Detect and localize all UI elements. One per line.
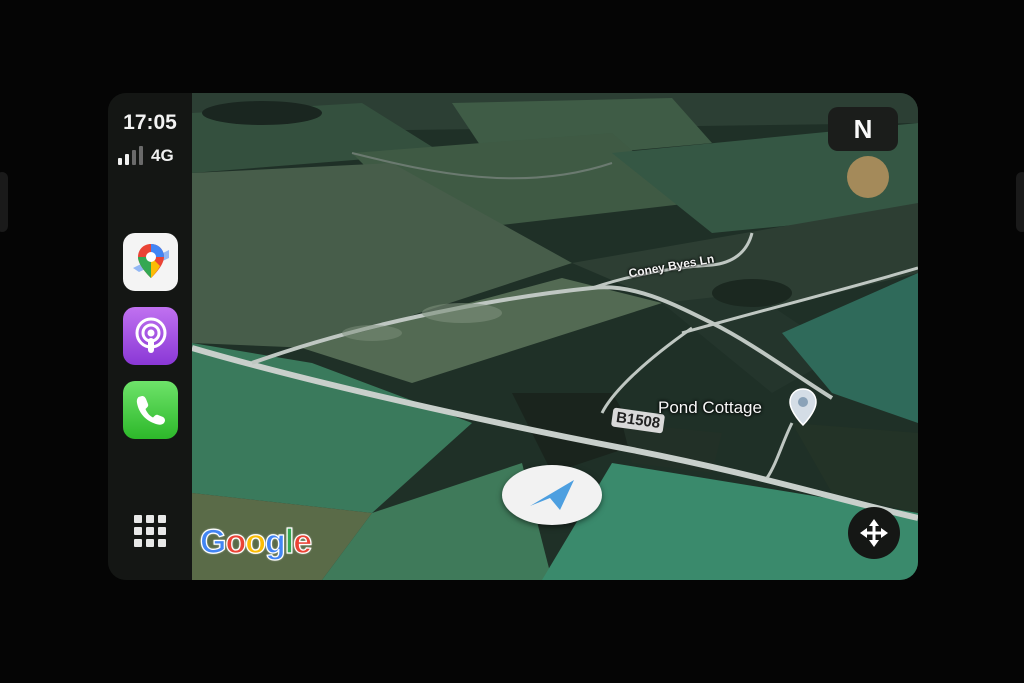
google-maps-app[interactable] <box>123 233 178 291</box>
google-logo-letter: G <box>199 522 227 561</box>
signal-status: 4G <box>118 143 174 165</box>
google-logo-letter: o <box>225 522 247 561</box>
move-arrows-icon <box>860 519 888 547</box>
satellite-map[interactable]: Coney Byes Ln B1508 Pond Cottage N Googl… <box>192 93 918 580</box>
account-avatar[interactable] <box>847 156 889 198</box>
app-grid-button[interactable] <box>134 515 166 547</box>
phone-app[interactable] <box>123 381 178 439</box>
bezel-knob-left <box>0 172 8 232</box>
google-maps-icon <box>132 242 169 282</box>
signal-bar-3 <box>132 150 136 165</box>
google-logo-letter: g <box>264 522 286 561</box>
carplay-dock: 17:05 4G <box>108 93 193 580</box>
network-type: 4G <box>151 146 174 165</box>
google-logo-letter: l <box>284 522 295 561</box>
signal-bar-4 <box>139 146 143 165</box>
navigation-arrow-icon <box>530 480 574 510</box>
google-logo-letter: o <box>245 522 267 561</box>
navigation-puck <box>502 465 602 525</box>
compass-button[interactable]: N <box>828 107 898 151</box>
podcasts-app[interactable] <box>123 307 178 365</box>
recenter-button[interactable] <box>848 507 900 559</box>
google-logo: Google <box>199 522 313 562</box>
signal-bar-2 <box>125 154 129 165</box>
status-time: 17:05 <box>123 111 177 134</box>
place-label[interactable]: Pond Cottage <box>658 398 762 418</box>
podcasts-icon <box>135 317 166 353</box>
bezel-knob-right <box>1016 172 1024 232</box>
carplay-screen: 17:05 4G Coney Byes Ln B1508 Pond Cottag… <box>108 93 918 580</box>
location-pin-icon[interactable] <box>788 388 818 426</box>
signal-bar-1 <box>118 158 122 165</box>
google-logo-letter: e <box>293 522 313 561</box>
phone-icon <box>136 396 165 425</box>
